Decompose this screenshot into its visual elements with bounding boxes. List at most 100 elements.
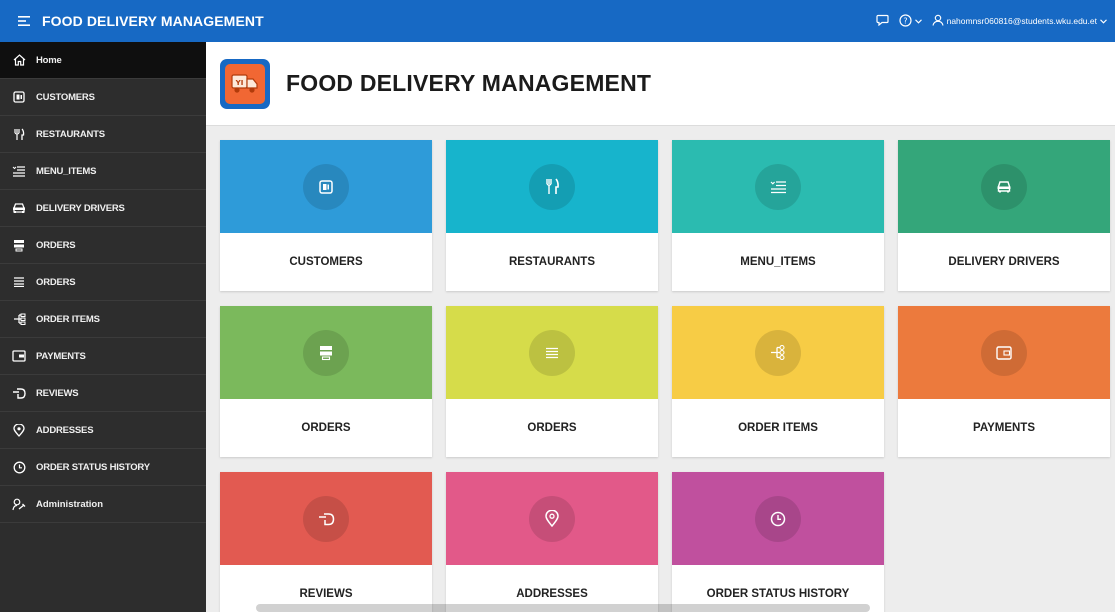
sidebar-item-label: ADDRESSES xyxy=(36,424,94,436)
header-actions: ? nahomnsr060816@students.wku.edu.et xyxy=(875,13,1107,29)
sidebar-item-orders-2[interactable]: ORDERS xyxy=(0,264,206,301)
card-delivery-drivers[interactable]: DELIVERY DRIVERS xyxy=(898,140,1110,291)
user-icon xyxy=(932,14,944,28)
sidebar-item-reviews[interactable]: REVIEWS xyxy=(0,375,206,412)
map-pin-icon xyxy=(529,495,575,542)
fork-knife-icon xyxy=(12,127,26,141)
bottom-scroll-bar[interactable] xyxy=(256,604,870,612)
card-title: ORDERS xyxy=(301,422,351,434)
card-orders[interactable]: ORDERS xyxy=(220,306,432,457)
fork-knife-icon xyxy=(529,163,575,210)
card-title: MENU_ITEMS xyxy=(740,256,816,268)
card-band xyxy=(898,306,1110,399)
sidebar-item-restaurants[interactable]: RESTAURANTS xyxy=(0,116,206,153)
sidebar-item-payments[interactable]: PAYMENTS xyxy=(0,338,206,375)
sidebar-item-customers[interactable]: CUSTOMERS xyxy=(0,79,206,116)
pointing-hand-icon xyxy=(303,495,349,542)
card-reviews[interactable]: REVIEWS xyxy=(220,472,432,612)
svg-text:?: ? xyxy=(903,16,907,25)
page-header: YI FOOD DELIVERY MANAGEMENT xyxy=(206,42,1115,126)
chevron-down-icon xyxy=(1100,16,1107,26)
card-title: RESTAURANTS xyxy=(508,256,596,268)
card-band xyxy=(672,472,884,565)
sidebar-item-menu-items[interactable]: MENU_ITEMS xyxy=(0,153,206,190)
sidebar-item-label: DELIVERY DRIVERS xyxy=(36,202,125,214)
card-band xyxy=(672,140,884,233)
sidebar-item-label: PAYMENTS xyxy=(36,350,86,362)
help-button[interactable]: ? xyxy=(898,13,922,29)
wallet-icon xyxy=(981,329,1027,376)
card-addresses[interactable]: ADDRESSES xyxy=(446,472,658,612)
sidebar-item-label: RESTAURANTS xyxy=(36,128,105,140)
sidebar: Home CUSTOMERS RESTAURANTS MENU_ITEMS DE… xyxy=(0,42,206,612)
main-content: YI FOOD DELIVERY MANAGEMENT CUSTOMERS RE… xyxy=(206,42,1115,612)
wallet-icon xyxy=(12,349,26,363)
sidebar-item-label: ORDER ITEMS xyxy=(36,313,100,325)
help-icon: ? xyxy=(898,13,912,29)
svg-text:YI: YI xyxy=(235,79,244,87)
card-band xyxy=(220,472,432,565)
card-band xyxy=(220,306,432,399)
card-title: PAYMENTS xyxy=(973,422,1035,434)
sidebar-item-order-items[interactable]: ORDER ITEMS xyxy=(0,301,206,338)
sidebar-item-administration[interactable]: Administration xyxy=(0,486,206,523)
delivery-truck-icon: YI xyxy=(225,63,265,104)
list-icon xyxy=(755,163,801,210)
menu-icon[interactable] xyxy=(14,11,34,31)
lines-icon xyxy=(12,275,26,289)
tree-icon xyxy=(755,329,801,376)
chat-icon xyxy=(875,14,889,28)
sidebar-item-label: CUSTOMERS xyxy=(36,91,95,103)
card-title: ORDER ITEMS xyxy=(738,422,818,434)
sidebar-item-label: Administration xyxy=(36,498,104,510)
home-icon xyxy=(12,53,26,67)
card-order-status-history[interactable]: ORDER STATUS HISTORY xyxy=(672,472,884,612)
pointing-hand-icon xyxy=(12,386,26,400)
card-payments[interactable]: PAYMENTS xyxy=(898,306,1110,457)
card-band xyxy=(672,306,884,399)
sidebar-item-label: MENU_ITEMS xyxy=(36,165,97,177)
server-icon xyxy=(12,238,26,252)
card-band xyxy=(446,306,658,399)
lines-icon xyxy=(529,329,575,376)
app-title[interactable]: FOOD DELIVERY MANAGEMENT xyxy=(42,13,264,29)
sidebar-item-orders[interactable]: ORDERS xyxy=(0,227,206,264)
chevron-down-icon xyxy=(914,16,922,26)
map-pin-icon xyxy=(12,423,26,437)
history-icon xyxy=(12,460,26,474)
contact-card-icon xyxy=(12,90,26,104)
card-band xyxy=(446,140,658,233)
page-title: FOOD DELIVERY MANAGEMENT xyxy=(286,70,652,96)
card-title: DELIVERY DRIVERS xyxy=(948,256,1060,268)
card-band xyxy=(898,140,1110,233)
card-title: CUSTOMERS xyxy=(289,256,363,268)
app-logo: YI xyxy=(220,58,270,109)
card-customers[interactable]: CUSTOMERS xyxy=(220,140,432,291)
card-band xyxy=(446,472,658,565)
card-menu-items[interactable]: MENU_ITEMS xyxy=(672,140,884,291)
sidebar-item-label: REVIEWS xyxy=(36,387,79,399)
tree-icon xyxy=(12,312,26,326)
user-wrench-icon xyxy=(12,497,26,511)
sidebar-item-label: ORDER STATUS HISTORY xyxy=(36,461,150,473)
sidebar-item-label: Home xyxy=(36,54,62,66)
card-restaurants[interactable]: RESTAURANTS xyxy=(446,140,658,291)
server-icon xyxy=(303,329,349,376)
sidebar-item-home[interactable]: Home xyxy=(0,42,206,79)
sidebar-item-addresses[interactable]: ADDRESSES xyxy=(0,412,206,449)
card-orders-2[interactable]: ORDERS xyxy=(446,306,658,457)
app-window: FOOD DELIVERY MANAGEMENT ? nahomnsr06081… xyxy=(0,0,1115,612)
car-icon xyxy=(981,163,1027,210)
card-band xyxy=(220,140,432,233)
card-order-items[interactable]: ORDER ITEMS xyxy=(672,306,884,457)
header-bar: FOOD DELIVERY MANAGEMENT ? nahomnsr06081… xyxy=(0,0,1115,42)
user-menu[interactable]: nahomnsr060816@students.wku.edu.et xyxy=(932,14,1107,28)
chat-button[interactable] xyxy=(875,14,889,28)
history-icon xyxy=(755,495,801,542)
card-title: ORDERS xyxy=(527,422,577,434)
sidebar-item-label: ORDERS xyxy=(36,276,76,288)
list-icon xyxy=(12,164,26,178)
sidebar-item-order-status-history[interactable]: ORDER STATUS HISTORY xyxy=(0,449,206,486)
sidebar-item-delivery-drivers[interactable]: DELIVERY DRIVERS xyxy=(0,190,206,227)
car-icon xyxy=(12,201,26,215)
